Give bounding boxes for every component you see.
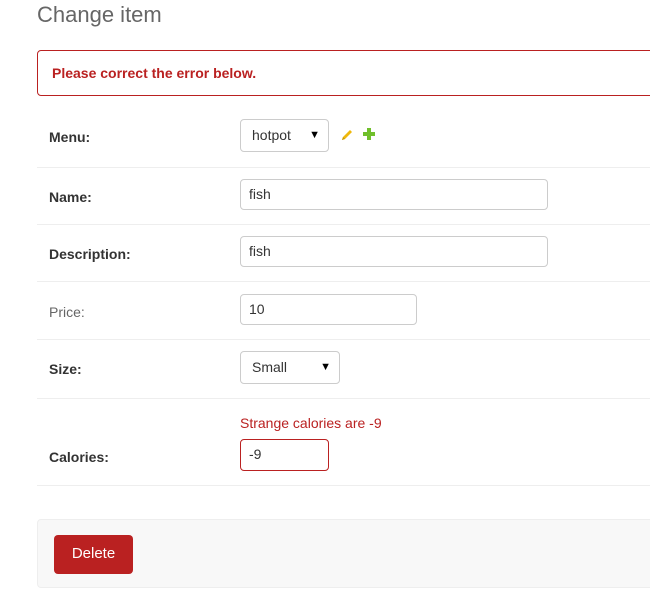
- form-row-size: Size: Small ▼: [37, 340, 650, 399]
- menu-select-value: hotpot: [252, 127, 291, 143]
- submit-row: Delete: [37, 519, 650, 588]
- error-note: Please correct the error below.: [37, 50, 650, 96]
- size-select-value: Small: [252, 359, 288, 375]
- calories-input[interactable]: -9: [240, 439, 329, 471]
- menu-select[interactable]: hotpot ▼: [240, 119, 329, 152]
- description-label: Description:: [49, 246, 131, 262]
- plus-icon[interactable]: [362, 127, 376, 141]
- form-row-calories: Strange calories are -9 Calories: -9: [37, 399, 650, 486]
- chevron-down-icon: ▼: [320, 361, 331, 373]
- menu-label: Menu:: [49, 129, 91, 145]
- size-label: Size:: [49, 361, 82, 377]
- name-input[interactable]: fish: [240, 179, 548, 210]
- pencil-icon[interactable]: [340, 128, 354, 142]
- form-row-description: Description: fish: [37, 225, 650, 282]
- price-input[interactable]: 10: [240, 294, 417, 325]
- calories-error: Strange calories are -9: [240, 415, 382, 431]
- change-form-page: Change item Please correct the error bel…: [0, 0, 650, 605]
- price-label: Price:: [49, 304, 85, 320]
- form-row-menu: Menu: hotpot ▼: [37, 108, 650, 168]
- delete-button[interactable]: Delete: [54, 535, 133, 574]
- form-row-name: Name: fish: [37, 168, 650, 225]
- page-title: Change item: [37, 2, 162, 27]
- form-row-price: Price: 10: [37, 282, 650, 340]
- description-input[interactable]: fish: [240, 236, 548, 267]
- calories-label: Calories:: [49, 449, 109, 465]
- size-select[interactable]: Small ▼: [240, 351, 340, 384]
- name-label: Name:: [49, 189, 92, 205]
- chevron-down-icon: ▼: [309, 129, 320, 141]
